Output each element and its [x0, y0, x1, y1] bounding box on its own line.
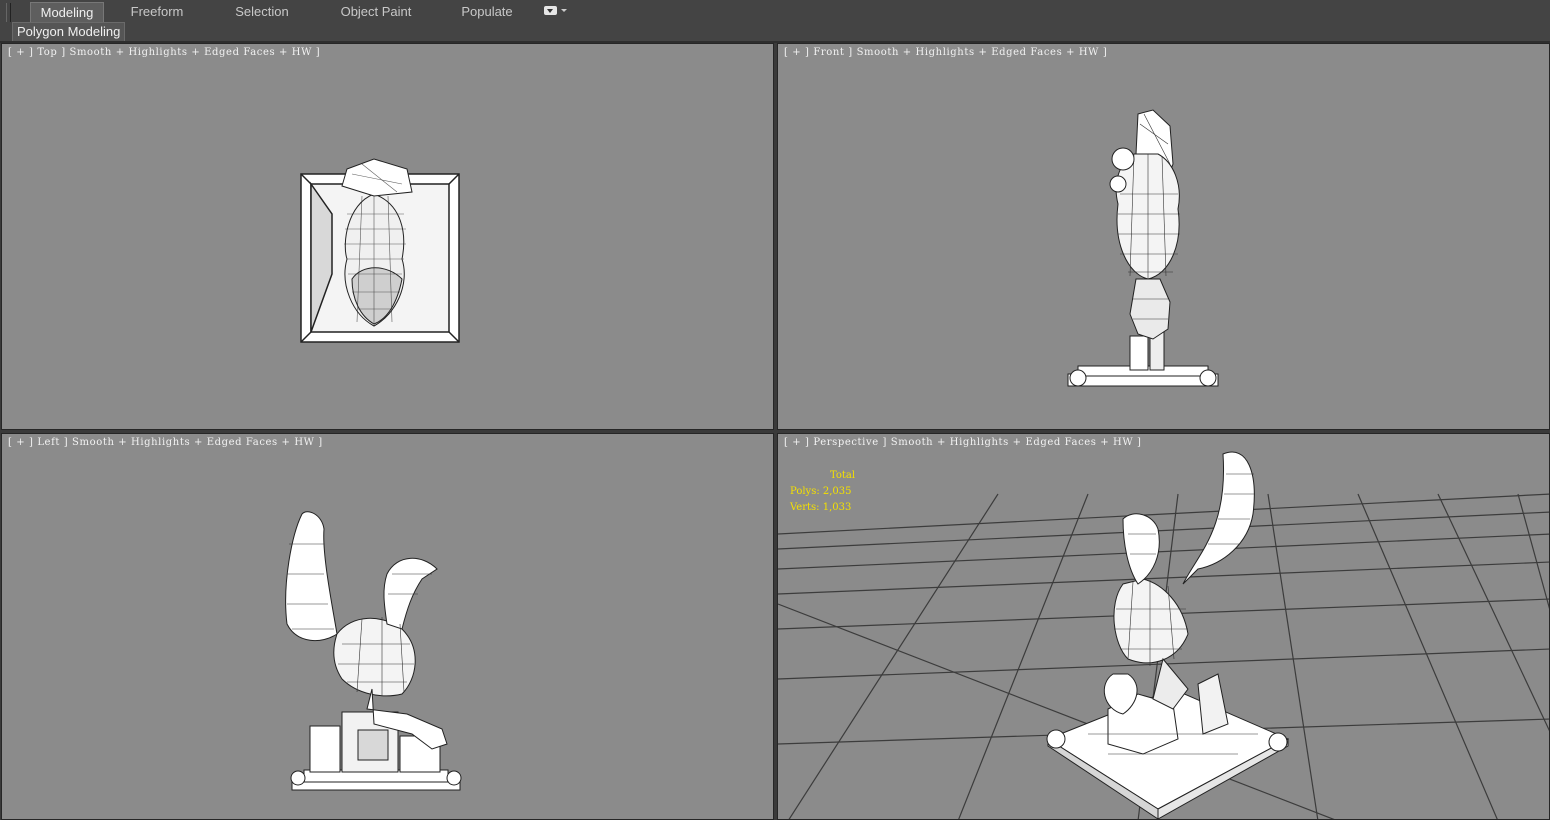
stats-verts: Verts: 1,033: [790, 502, 852, 513]
chevron-down-icon: [561, 9, 567, 12]
perspective-grid-and-model: [778, 451, 1549, 819]
front-view-model: [1067, 109, 1219, 387]
top-view-model: [300, 158, 460, 343]
viewport-front[interactable]: [ + ] Front ] Smooth + Highlights + Edge…: [777, 43, 1550, 430]
stats-total-label: Total: [830, 470, 856, 481]
left-view-model: [285, 511, 462, 791]
tab-object-paint[interactable]: Object Paint: [330, 2, 422, 21]
ribbon-panel-bar: Polygon Modeling: [0, 22, 1550, 42]
stats-polys: Polys: 2,035: [790, 486, 852, 497]
tab-selection[interactable]: Selection: [224, 2, 300, 21]
polygon-modeling-panel-button[interactable]: Polygon Modeling: [12, 22, 126, 42]
viewport-label-front[interactable]: [ + ] Front ] Smooth + Highlights + Edge…: [784, 47, 1107, 58]
tab-freeform[interactable]: Freeform: [118, 2, 196, 21]
viewport-label-left[interactable]: [ + ] Left ] Smooth + Highlights + Edged…: [8, 437, 323, 448]
viewport-label-perspective[interactable]: [ + ] Perspective ] Smooth + Highlights …: [784, 437, 1142, 448]
tab-modeling[interactable]: Modeling: [30, 2, 104, 22]
viewport-left[interactable]: [ + ] Left ] Smooth + Highlights + Edged…: [1, 433, 774, 820]
statistics-overlay: Total Polys: 2,035 Verts: 1,033: [790, 468, 855, 516]
dropdown-arrow-icon: [544, 6, 557, 15]
viewport-perspective[interactable]: [ + ] Perspective ] Smooth + Highlights …: [777, 433, 1550, 820]
ribbon-tab-bar: Modeling Freeform Selection Object Paint…: [0, 0, 1550, 39]
viewport-top[interactable]: [ + ] Top ] Smooth + Highlights + Edged …: [1, 43, 774, 430]
viewport-label-top[interactable]: [ + ] Top ] Smooth + Highlights + Edged …: [8, 47, 320, 58]
tab-populate[interactable]: Populate: [452, 2, 522, 21]
ribbon-options-button[interactable]: [544, 4, 568, 18]
